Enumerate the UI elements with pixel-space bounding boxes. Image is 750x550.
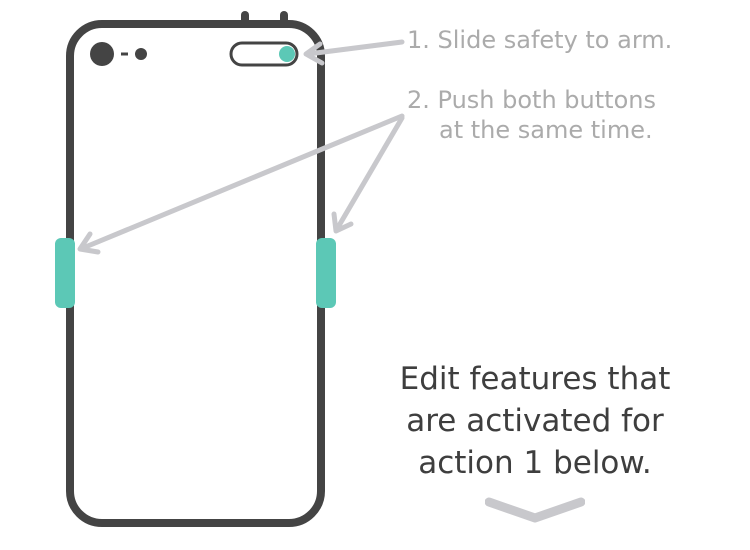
edit-note-line-1: Edit features that — [399, 361, 671, 397]
step-2-line-1: 2. Push both buttons — [407, 86, 656, 114]
sensor-dot-icon — [135, 48, 147, 60]
edit-features-note: Edit features that are activated for act… — [360, 358, 710, 484]
phone-body — [66, 20, 325, 527]
arrow-to-right-button — [331, 115, 405, 234]
instruction-graphic: 1. Slide safety to arm. 2. Push both but… — [0, 0, 750, 550]
arrow-to-safety-slider — [303, 39, 405, 66]
step-1-instruction: 1. Slide safety to arm. — [407, 26, 673, 54]
chevron-down-icon[interactable] — [485, 496, 585, 526]
safety-slider-knob[interactable] — [279, 46, 295, 62]
right-side-button[interactable] — [316, 238, 336, 308]
left-side-button[interactable] — [55, 238, 75, 308]
camera-lens-icon — [90, 42, 114, 66]
step-2-instruction: 2. Push both buttons at the same time. — [407, 85, 656, 145]
edit-note-line-2: are activated for — [406, 403, 664, 439]
step-2-line-2: at the same time. — [439, 116, 653, 144]
edit-note-line-3: action 1 below. — [418, 445, 652, 481]
